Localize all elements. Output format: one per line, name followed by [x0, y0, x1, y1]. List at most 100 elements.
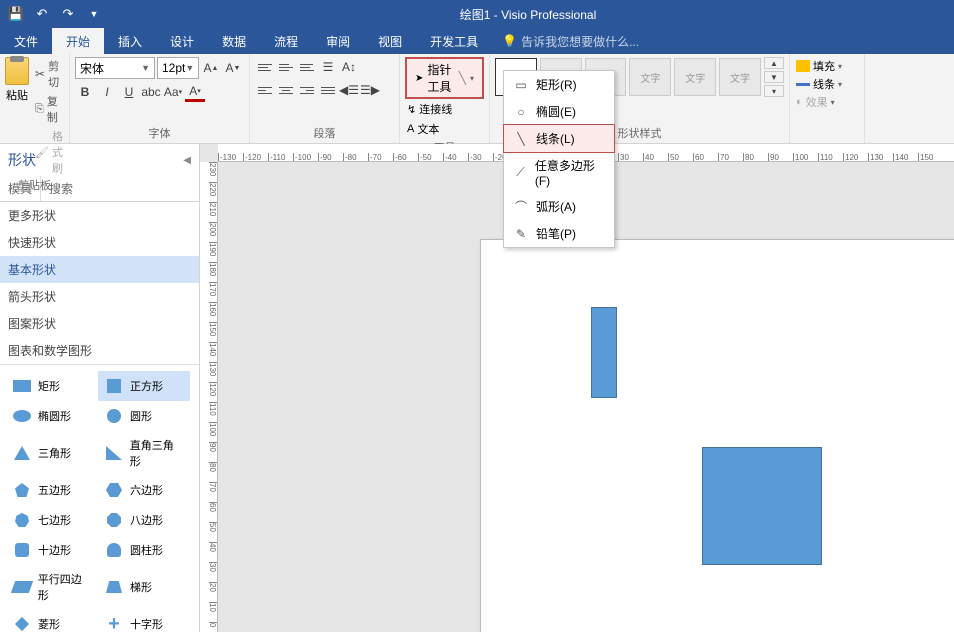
font-name-combo[interactable]: 宋体▼	[75, 57, 155, 79]
text-direction-button[interactable]: A↕	[339, 57, 359, 77]
quick-access-toolbar: 💾 ↶ ↷ ▼	[4, 2, 106, 26]
tab-view[interactable]: 视图	[364, 28, 416, 54]
tab-design[interactable]: 设计	[156, 28, 208, 54]
canvas-shape-square[interactable]	[702, 447, 822, 565]
cat-more-shapes[interactable]: 更多形状	[0, 202, 199, 229]
save-button[interactable]: 💾	[4, 2, 28, 26]
clipboard-group: 粘贴 ✂剪切 ⎘复制 🖌格式刷 剪贴板	[0, 54, 70, 143]
text-tool-button[interactable]: A文本	[405, 119, 484, 139]
paste-button[interactable]: 粘贴	[5, 57, 29, 177]
shape-trapezoid[interactable]: 梯形	[98, 565, 190, 609]
cut-button[interactable]: ✂剪切	[32, 57, 66, 91]
align-right-button[interactable]	[297, 80, 317, 100]
rectangle-icon: ▭	[514, 78, 528, 92]
redo-button[interactable]: ↷	[56, 2, 80, 26]
indent-increase-button[interactable]: ☰▶	[360, 80, 380, 100]
tab-review[interactable]: 审阅	[312, 28, 364, 54]
style-item[interactable]: 文字	[629, 58, 671, 96]
cat-chart-math[interactable]: 图表和数学图形	[0, 337, 199, 364]
copy-button[interactable]: ⎘复制	[32, 92, 66, 126]
align-center-button[interactable]	[276, 80, 296, 100]
align-bottom-button[interactable]	[297, 57, 317, 77]
bullets-button[interactable]: ☰	[318, 57, 338, 77]
main-area: 形状 ◀ 模具 搜索 更多形状 快速形状 基本形状 箭头形状 图案形状 图表和数…	[0, 144, 954, 632]
align-top-button[interactable]	[255, 57, 275, 77]
shrink-font-button[interactable]: A▼	[223, 58, 243, 78]
qat-customize[interactable]: ▼	[82, 2, 106, 26]
align-middle-button[interactable]	[276, 57, 296, 77]
canvas-shape-tall-rect[interactable]	[591, 307, 617, 398]
shape-grid: 矩形 正方形 椭圆形 圆形 三角形 直角三角形 五边形 六边形 七边形 八边形 …	[0, 365, 199, 632]
align-left-button[interactable]	[255, 80, 275, 100]
cat-pattern-shapes[interactable]: 图案形状	[0, 310, 199, 337]
cat-basic-shapes[interactable]: 基本形状	[0, 256, 199, 283]
gallery-down-button[interactable]: ▼	[764, 71, 784, 83]
shape-decagon[interactable]: 十边形	[6, 535, 98, 565]
copy-icon: ⎘	[35, 103, 44, 116]
font-color-button[interactable]: A▾	[185, 82, 205, 102]
bucket-icon	[796, 60, 810, 72]
tab-insert[interactable]: 插入	[104, 28, 156, 54]
cat-quick-shapes[interactable]: 快速形状	[0, 229, 199, 256]
font-label: 字体	[75, 125, 244, 141]
shape-circle[interactable]: 圆形	[98, 401, 190, 431]
shape-heptagon[interactable]: 七边形	[6, 505, 98, 535]
shape-parallelogram[interactable]: 平行四边形	[6, 565, 98, 609]
shape-pentagon[interactable]: 五边形	[6, 475, 98, 505]
tab-developer[interactable]: 开发工具	[416, 28, 492, 54]
tab-process[interactable]: 流程	[260, 28, 312, 54]
undo-button[interactable]: ↶	[30, 2, 54, 26]
effect-button[interactable]: ◐效果▾	[795, 93, 859, 111]
tab-file[interactable]: 文件	[0, 28, 52, 54]
dropdown-rectangle[interactable]: ▭矩形(R)	[504, 71, 614, 98]
grow-font-button[interactable]: A▲	[201, 58, 221, 78]
dropdown-line[interactable]: ╲线条(L)	[503, 124, 615, 153]
style-item[interactable]: 文字	[674, 58, 716, 96]
line-button[interactable]: 线条▾	[795, 75, 859, 93]
gallery-more-button[interactable]: ▾	[764, 85, 784, 97]
shape-rectangle[interactable]: 矩形	[6, 371, 98, 401]
shape-square[interactable]: 正方形	[98, 371, 190, 401]
underline-button[interactable]: U	[119, 82, 139, 102]
shape-hexagon[interactable]: 六边形	[98, 475, 190, 505]
drawing-page[interactable]	[480, 239, 954, 632]
freeform-icon: ⟋	[514, 165, 527, 180]
style-item[interactable]: 文字	[719, 58, 761, 96]
indent-decrease-button[interactable]: ◀☰	[339, 80, 359, 100]
gallery-up-button[interactable]: ▲	[764, 57, 784, 69]
font-size-combo[interactable]: 12pt▼	[157, 57, 199, 79]
shape-right-triangle[interactable]: 直角三角形	[98, 431, 190, 475]
shape-cylinder[interactable]: 圆柱形	[98, 535, 190, 565]
shape-triangle[interactable]: 三角形	[6, 431, 98, 475]
vertical-ruler: 2302202102001901801701601501401301201101…	[200, 162, 218, 632]
shape-ellipse[interactable]: 椭圆形	[6, 401, 98, 431]
tab-home[interactable]: 开始	[52, 28, 104, 54]
connector-icon: ↯	[407, 103, 416, 116]
pencil-icon: ✎	[514, 227, 528, 241]
chevron-down-icon: ▾	[470, 74, 474, 83]
align-justify-button[interactable]	[318, 80, 338, 100]
paste-label: 粘贴	[6, 87, 28, 103]
scissors-icon: ✂	[35, 67, 45, 81]
connector-button[interactable]: ↯连接线	[405, 99, 484, 119]
shape-diamond[interactable]: 菱形	[6, 609, 98, 632]
dropdown-freeform[interactable]: ⟋任意多边形(F)	[504, 152, 614, 193]
shapes-categories: 更多形状 快速形状 基本形状 箭头形状 图案形状 图表和数学图形	[0, 202, 199, 365]
tell-me-search[interactable]: 💡 告诉我您想要做什么...	[492, 28, 649, 54]
tab-data[interactable]: 数据	[208, 28, 260, 54]
dropdown-ellipse[interactable]: ○椭圆(E)	[504, 98, 614, 125]
shape-cross[interactable]: +十字形	[98, 609, 190, 632]
dropdown-pencil[interactable]: ✎铅笔(P)	[504, 220, 614, 247]
chevron-down-icon: ▼	[141, 63, 150, 73]
collapse-icon[interactable]: ◀	[183, 155, 191, 166]
case-button[interactable]: Aa▾	[163, 82, 183, 102]
strikethrough-button[interactable]: abc	[141, 82, 161, 102]
cat-arrow-shapes[interactable]: 箭头形状	[0, 283, 199, 310]
italic-button[interactable]: I	[97, 82, 117, 102]
fill-button[interactable]: 填充▾	[795, 57, 859, 75]
format-brush-button[interactable]: 🖌格式刷	[32, 127, 66, 177]
dropdown-arc[interactable]: ⌒弧形(A)	[504, 193, 614, 220]
pointer-tool-button[interactable]: ➤ 指针工具 ╲ ▾	[405, 57, 484, 99]
bold-button[interactable]: B	[75, 82, 95, 102]
shape-octagon[interactable]: 八边形	[98, 505, 190, 535]
